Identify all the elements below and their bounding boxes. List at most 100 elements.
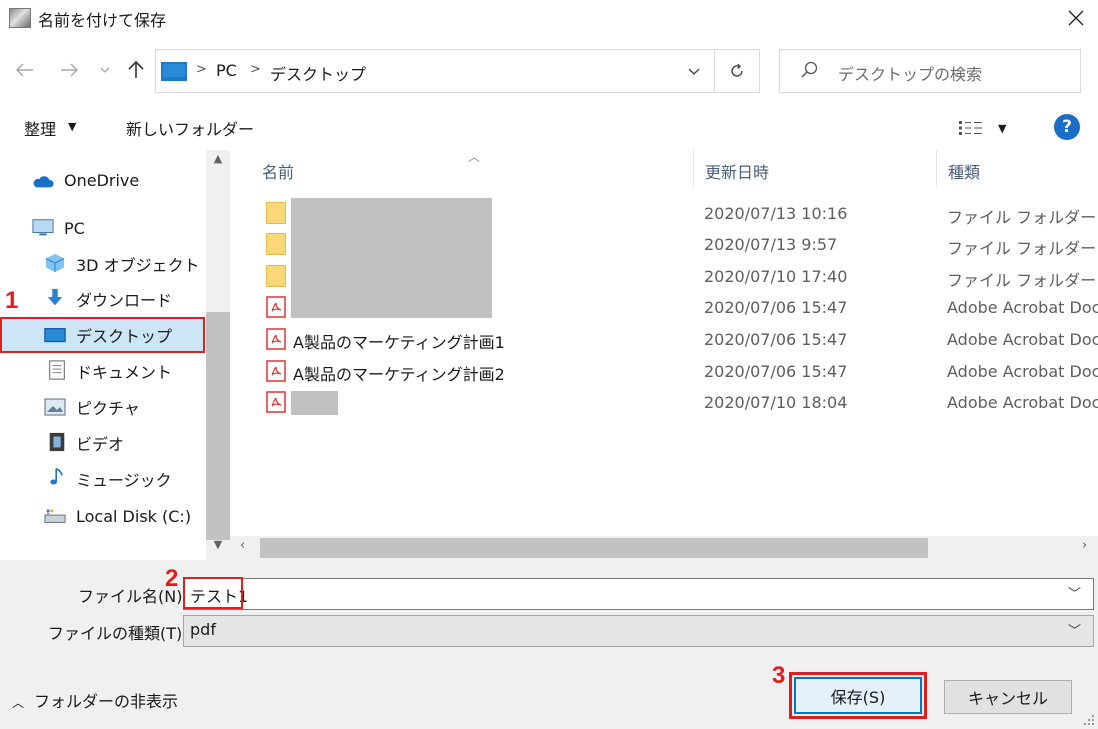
search-box[interactable]: デスクトップの検索 xyxy=(779,49,1081,93)
nav-item-desktop[interactable]: デスクトップ xyxy=(0,317,205,353)
filename-highlight-box xyxy=(183,577,243,609)
3d-objects-icon xyxy=(45,253,65,273)
nav-item-documents[interactable]: ドキュメント xyxy=(0,353,205,389)
chevron-down-icon xyxy=(100,67,110,73)
file-type: ファイル フォルダー xyxy=(947,271,1097,290)
nav-label: ミュージック xyxy=(76,471,172,490)
nav-label: PC xyxy=(64,218,85,238)
nav-item-pc[interactable]: PC xyxy=(0,210,205,246)
column-header-date[interactable]: 更新日時 xyxy=(705,159,769,183)
organize-button[interactable]: 整理 xyxy=(24,116,56,140)
filetype-label: ファイルの種類(T): xyxy=(48,624,188,643)
folder-icon xyxy=(266,202,286,224)
scroll-right-icon[interactable]: › xyxy=(1082,538,1087,553)
view-options-button[interactable]: ▼ xyxy=(958,117,1014,139)
nav-label: ビデオ xyxy=(76,435,125,454)
close-icon xyxy=(1068,10,1084,26)
nav-item-videos[interactable]: ビデオ xyxy=(0,425,205,461)
save-button[interactable]: 保存(S) xyxy=(794,677,922,714)
redacted-names-block xyxy=(291,198,492,318)
pdf-icon xyxy=(266,391,286,413)
nav-item-downloads[interactable]: ダウンロード xyxy=(0,281,205,317)
forward-button[interactable] xyxy=(56,57,82,83)
nav-label: デスクトップ xyxy=(76,327,173,346)
back-button[interactable] xyxy=(12,57,38,83)
help-icon: ? xyxy=(1062,117,1072,137)
refresh-button[interactable] xyxy=(714,49,760,93)
redacted-name-block xyxy=(291,391,338,415)
chevron-down-icon[interactable]: ﹀ xyxy=(1068,620,1081,639)
close-button[interactable] xyxy=(1062,4,1090,32)
pc-icon xyxy=(32,219,54,236)
scroll-up-icon[interactable]: ▲ xyxy=(207,152,229,172)
file-date: 2020/07/06 15:47 xyxy=(704,330,848,349)
navigation-pane: OneDrive PC 3D オブジェクト ダウンロード デスクトップ ドキュメ… xyxy=(0,150,230,560)
file-row[interactable]: 2020/07/10 18:04 Adobe Acrobat Doc xyxy=(260,387,1098,418)
scroll-left-icon[interactable]: ‹ xyxy=(240,538,245,553)
file-date: 2020/07/10 18:04 xyxy=(704,393,848,412)
cancel-button[interactable]: キャンセル xyxy=(944,680,1072,714)
pc-icon xyxy=(161,62,187,81)
file-name: A製品のマーケティング計画1 xyxy=(293,333,505,352)
chevron-up-icon: ︿ xyxy=(12,696,25,710)
up-button[interactable] xyxy=(123,57,149,83)
step-marker-2: 2 xyxy=(165,565,179,592)
chevron-down-icon[interactable]: ﹀ xyxy=(1068,583,1081,602)
hide-folders-toggle[interactable]: ︿ フォルダーの非表示 xyxy=(12,688,178,712)
horizontal-scroll-thumb[interactable] xyxy=(260,538,928,558)
column-divider[interactable] xyxy=(936,150,937,188)
help-button[interactable]: ? xyxy=(1054,114,1080,140)
breadcrumb-desktop[interactable]: デスクトップ xyxy=(270,61,366,85)
file-date: 2020/07/13 10:16 xyxy=(704,204,848,223)
arrow-up-icon xyxy=(128,61,144,78)
scroll-down-icon[interactable]: ▼ xyxy=(207,538,229,558)
download-icon xyxy=(47,288,63,306)
file-type: ファイル フォルダー xyxy=(947,208,1097,227)
filetype-select[interactable] xyxy=(183,615,1094,647)
address-bar[interactable]: > PC > デスクトップ xyxy=(155,49,760,93)
step-marker-3: 3 xyxy=(772,662,786,689)
nav-item-local-disk[interactable]: Local Disk (C:) xyxy=(0,498,205,534)
search-placeholder: デスクトップの検索 xyxy=(838,65,983,84)
column-header-name[interactable]: 名前 xyxy=(262,159,294,183)
filetype-value: pdf xyxy=(190,620,216,639)
file-type: Adobe Acrobat Doc xyxy=(947,362,1098,381)
nav-label: ピクチャ xyxy=(76,399,140,418)
nav-item-onedrive[interactable]: OneDrive xyxy=(0,162,205,198)
file-date: 2020/07/13 9:57 xyxy=(704,235,838,254)
file-date: 2020/07/06 15:47 xyxy=(704,362,848,381)
file-row[interactable]: A製品のマーケティング計画1 2020/07/06 15:47 Adobe Ac… xyxy=(260,324,1098,355)
file-type: Adobe Acrobat Doc xyxy=(947,393,1098,412)
caret-down-icon: ▼ xyxy=(998,121,1007,135)
arrow-right-icon xyxy=(61,63,78,77)
video-icon xyxy=(49,432,65,452)
step-marker-1: 1 xyxy=(5,287,19,314)
column-header-type[interactable]: 種類 xyxy=(948,159,980,183)
details-view-icon xyxy=(959,121,982,135)
app-icon xyxy=(9,8,31,28)
breadcrumb-pc[interactable]: PC xyxy=(216,61,237,80)
nav-scroll-thumb[interactable] xyxy=(206,312,230,540)
file-type: Adobe Acrobat Doc xyxy=(947,330,1098,349)
disk-icon xyxy=(44,509,66,523)
nav-label: ダウンロード xyxy=(76,291,173,310)
onedrive-icon xyxy=(33,176,54,188)
address-dropdown[interactable] xyxy=(676,50,712,92)
nav-label: 3D オブジェクト xyxy=(76,256,200,275)
nav-item-music[interactable]: ミュージック xyxy=(0,461,205,497)
column-divider[interactable] xyxy=(693,150,694,188)
folder-icon xyxy=(266,233,286,255)
refresh-icon xyxy=(731,63,743,77)
caret-down-icon: ▼ xyxy=(68,120,77,133)
nav-item-3d-objects[interactable]: 3D オブジェクト xyxy=(0,246,205,282)
search-icon xyxy=(800,60,822,82)
file-row[interactable]: A製品のマーケティング計画2 2020/07/06 15:47 Adobe Ac… xyxy=(260,356,1098,387)
filename-input[interactable] xyxy=(183,578,1094,610)
pdf-icon xyxy=(266,360,286,382)
recent-locations-button[interactable] xyxy=(96,60,114,80)
sort-ascending-icon: ︿ xyxy=(468,150,481,164)
new-folder-button[interactable]: 新しいフォルダー xyxy=(126,116,254,140)
nav-label: Local Disk (C:) xyxy=(76,506,192,526)
resize-grip-icon[interactable] xyxy=(1083,714,1095,726)
nav-item-pictures[interactable]: ピクチャ xyxy=(0,389,205,425)
